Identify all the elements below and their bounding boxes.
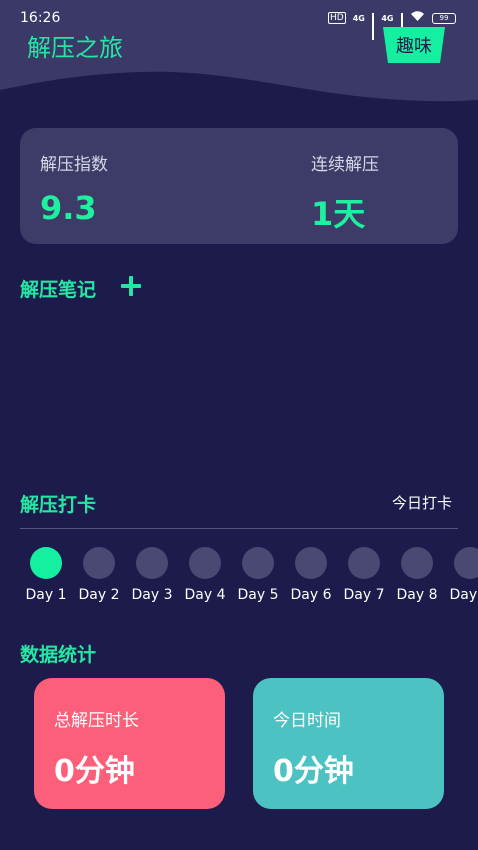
stats-card: 解压指数 9.3 连续解压 1天 — [20, 128, 458, 244]
checkin-day-item[interactable]: Day 7 — [334, 547, 394, 603]
checkin-day-item[interactable]: Day 1 — [16, 547, 76, 603]
checkin-day-label: Day 3 — [131, 587, 173, 603]
unchecked-day-dot-icon — [136, 547, 168, 579]
checkin-day-label: Day 8 — [396, 587, 438, 603]
checkin-day-item[interactable]: Day 3 — [122, 547, 182, 603]
checkin-day-label: Day 2 — [78, 587, 120, 603]
checkin-day-item[interactable]: Day 5 — [228, 547, 288, 603]
streak-stat: 连续解压 1天 — [311, 150, 379, 235]
status-time: 16:26 — [20, 10, 61, 26]
today-time-label: 今日时间 — [273, 711, 341, 731]
stress-index-stat: 解压指数 9.3 — [40, 150, 108, 227]
checkin-day-item[interactable]: Day 9 — [440, 547, 478, 603]
unchecked-day-dot-icon — [83, 547, 115, 579]
data-stats-section-title: 数据统计 — [20, 644, 97, 666]
unchecked-day-dot-icon — [401, 547, 433, 579]
checked-day-dot-icon — [30, 547, 62, 579]
battery-icon: 99 — [432, 12, 456, 24]
checkin-day-item[interactable]: Day 2 — [69, 547, 129, 603]
signal-icon — [371, 12, 375, 40]
notes-section-title: 解压笔记 — [20, 279, 97, 301]
streak-label: 连续解压 — [311, 155, 379, 175]
today-time-value: 0分钟 — [273, 754, 354, 789]
checkin-day-label: Day 6 — [290, 587, 332, 603]
today-checkin-button[interactable]: 今日打卡 — [392, 492, 452, 513]
checkin-day-label: Day 7 — [343, 587, 385, 603]
unchecked-day-dot-icon — [242, 547, 274, 579]
stress-index-label: 解压指数 — [40, 155, 108, 175]
checkin-day-item[interactable]: Day 8 — [387, 547, 447, 603]
checkin-day-label: Day 9 — [449, 587, 478, 603]
unchecked-day-dot-icon — [454, 547, 478, 579]
network-type-1: 4G — [352, 13, 365, 23]
status-icons: HD 4G 4G 99 — [328, 10, 456, 40]
checkin-section-title: 解压打卡 — [20, 494, 97, 516]
unchecked-day-dot-icon — [348, 547, 380, 579]
total-duration-card[interactable]: 总解压时长 0分钟 — [34, 678, 225, 809]
add-note-plus-icon[interactable] — [121, 276, 141, 296]
hd-icon: HD — [328, 12, 346, 24]
app-title: 解压之旅 — [27, 34, 123, 62]
checkin-day-label: Day 4 — [184, 587, 226, 603]
checkin-day-item[interactable]: Day 4 — [175, 547, 235, 603]
checkin-day-item[interactable]: Day 6 — [281, 547, 341, 603]
fun-button[interactable]: 趣味 — [383, 27, 445, 63]
stress-index-value: 9.3 — [40, 189, 97, 227]
checkin-day-label: Day 1 — [25, 587, 67, 603]
checkin-days-list: Day 1 Day 2 Day 3 Day 4 Day 5 Day 6 Day 7 Day 8… — [0, 547, 478, 607]
unchecked-day-dot-icon — [189, 547, 221, 579]
streak-value: 1天 — [311, 195, 366, 233]
network-type-2: 4G — [381, 13, 394, 23]
section-divider — [20, 528, 458, 529]
unchecked-day-dot-icon — [295, 547, 327, 579]
checkin-day-label: Day 5 — [237, 587, 279, 603]
today-time-card[interactable]: 今日时间 0分钟 — [253, 678, 444, 809]
signal-icon-2 — [400, 12, 403, 40]
total-duration-label: 总解压时长 — [54, 711, 139, 731]
wifi-icon — [410, 10, 425, 26]
total-duration-value: 0分钟 — [54, 754, 135, 789]
